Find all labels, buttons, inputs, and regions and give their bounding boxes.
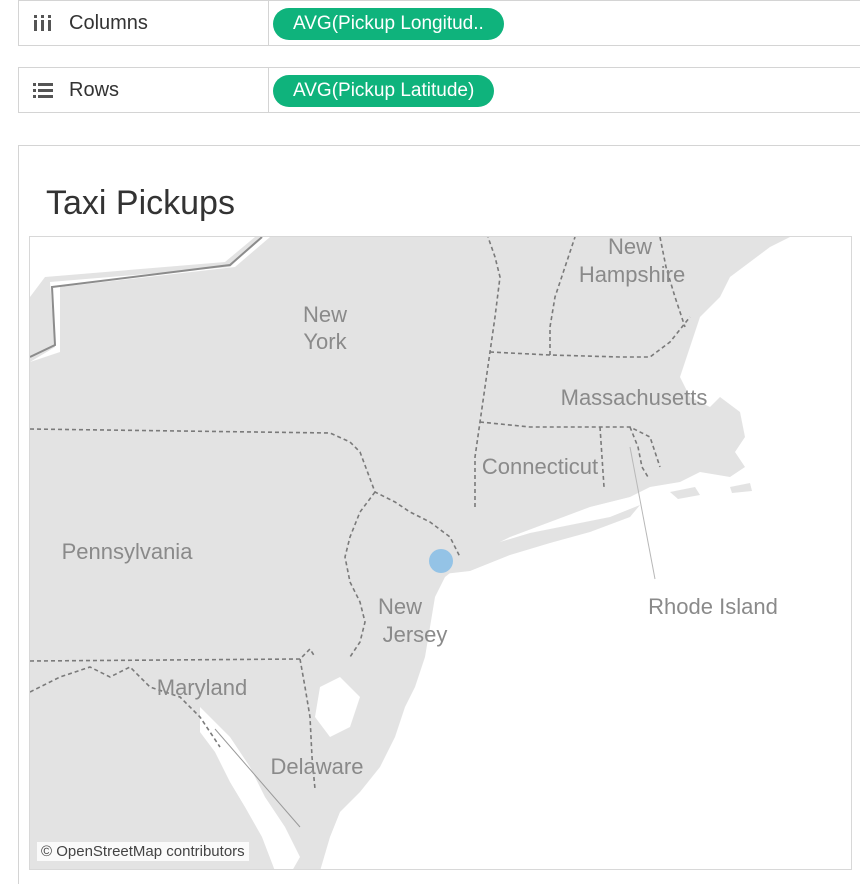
viz-title: Taxi Pickups [46,184,235,222]
label-connecticut: Connecticut [482,454,598,479]
label-new-hampshire-2: Hampshire [579,262,685,287]
map-attribution[interactable]: © OpenStreetMap contributors [37,842,249,861]
rows-pill[interactable]: AVG(Pickup Latitude) [273,75,495,107]
rows-shelf-header: Rows [19,68,269,112]
rows-shelf[interactable]: Rows AVG(Pickup Latitude) [18,67,860,113]
label-new-hampshire-1: New [608,237,652,259]
columns-pill[interactable]: AVG(Pickup Longitud.. [273,8,504,40]
columns-shelf-header: Columns [19,1,269,45]
label-rhode-island: Rhode Island [648,594,778,619]
columns-label: Columns [69,11,148,34]
rows-label: Rows [69,78,120,101]
rows-icon [33,82,53,98]
columns-icon [33,15,53,31]
label-new-jersey-1: New [378,594,422,619]
label-pennsylvania: Pennsylvania [62,539,194,564]
map-view[interactable]: New York New Hampshire Massachusetts Con… [29,236,852,870]
label-new-york-2: York [303,329,347,354]
label-massachusetts: Massachusetts [561,385,708,410]
map-svg: New York New Hampshire Massachusetts Con… [30,237,851,869]
label-new-jersey-2: Jersey [383,622,448,647]
label-new-york-1: New [303,302,347,327]
label-maryland: Maryland [157,675,247,700]
label-delaware: Delaware [271,754,364,779]
pickup-mark[interactable] [429,549,453,573]
columns-shelf[interactable]: Columns AVG(Pickup Longitud.. [18,0,860,46]
